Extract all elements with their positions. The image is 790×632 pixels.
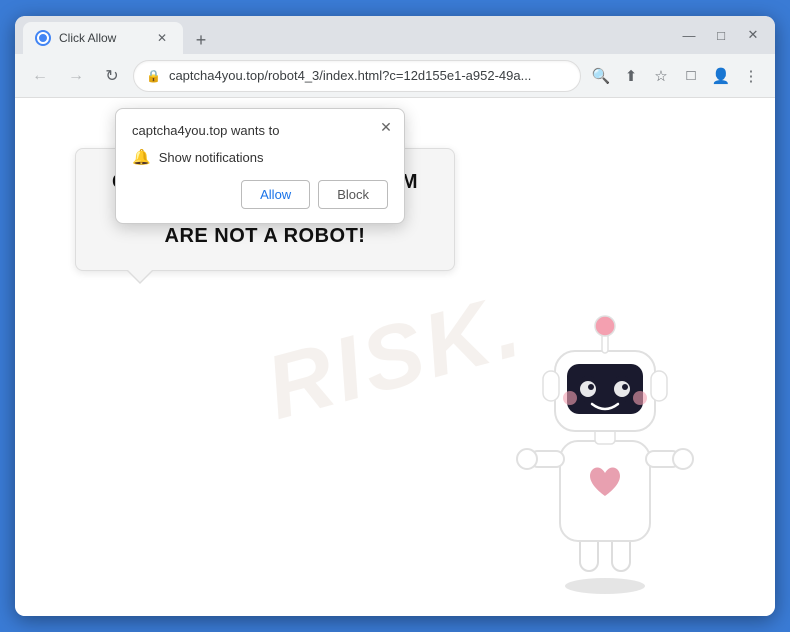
popup-notification-text: Show notifications (159, 150, 264, 165)
notification-popup: captcha4you.top wants to ✕ 🔔 Show notifi… (115, 108, 405, 224)
window-controls: — □ ✕ (675, 21, 767, 49)
active-tab[interactable]: Click Allow ✕ (23, 22, 183, 54)
block-button[interactable]: Block (318, 180, 388, 209)
back-button[interactable]: ← (25, 61, 55, 91)
tab-area: Click Allow ✕ + (23, 16, 675, 54)
close-button[interactable]: ✕ (739, 21, 767, 49)
main-text-line2: ARE NOT A ROBOT! (165, 225, 366, 247)
extension-icon-btn[interactable]: □ (677, 62, 705, 90)
robot-svg (495, 276, 715, 596)
url-text: captcha4you.top/robot4_3/index.html?c=12… (169, 68, 568, 83)
maximize-button[interactable]: □ (707, 21, 735, 49)
share-icon-btn[interactable]: ⬆ (617, 62, 645, 90)
toolbar-icons: 🔍 ⬆ ☆ □ 👤 ⋮ (587, 62, 765, 90)
bell-icon: 🔔 (132, 148, 151, 166)
address-bar[interactable]: 🔒 captcha4you.top/robot4_3/index.html?c=… (133, 60, 581, 92)
popup-title: captcha4you.top wants to (132, 123, 388, 138)
minimize-button[interactable]: — (675, 21, 703, 49)
popup-notification-row: 🔔 Show notifications (132, 148, 388, 166)
menu-icon-btn[interactable]: ⋮ (737, 62, 765, 90)
popup-buttons: Allow Block (132, 180, 388, 209)
lock-icon: 🔒 (146, 69, 161, 83)
tab-favicon (35, 30, 51, 46)
profile-icon-btn[interactable]: 👤 (707, 62, 735, 90)
bookmark-icon-btn[interactable]: ☆ (647, 62, 675, 90)
tab-close-button[interactable]: ✕ (153, 29, 171, 47)
new-tab-button[interactable]: + (187, 26, 215, 54)
browser-window: Click Allow ✕ + — □ ✕ ← → ↻ 🔒 captcha4yo… (15, 16, 775, 616)
forward-button[interactable]: → (61, 61, 91, 91)
robot-illustration (495, 276, 715, 596)
title-bar: Click Allow ✕ + — □ ✕ (15, 16, 775, 54)
search-icon-btn[interactable]: 🔍 (587, 62, 615, 90)
page-content: RISK. captcha4you.top wants to ✕ 🔔 Show … (15, 98, 775, 616)
allow-button[interactable]: Allow (241, 180, 310, 209)
refresh-button[interactable]: ↻ (97, 61, 127, 91)
tab-title: Click Allow (59, 31, 145, 45)
toolbar: ← → ↻ 🔒 captcha4you.top/robot4_3/index.h… (15, 54, 775, 98)
popup-close-button[interactable]: ✕ (376, 117, 396, 137)
